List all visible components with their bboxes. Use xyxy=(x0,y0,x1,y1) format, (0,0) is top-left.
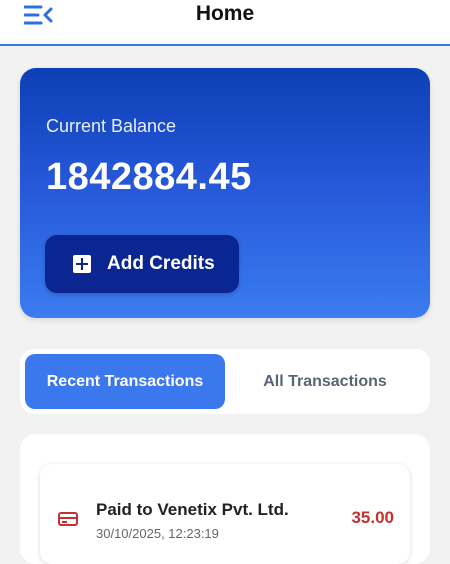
add-credits-button[interactable]: Add Credits xyxy=(45,235,239,293)
top-app-bar: Home xyxy=(0,0,450,46)
balance-label: Current Balance xyxy=(46,116,177,136)
transaction-title: Paid to Venetix Pvt. Ltd. xyxy=(96,500,289,519)
page-title: Home xyxy=(195,2,255,25)
transactions-panel: Paid to Venetix Pvt. Ltd. 30/10/2025, 12… xyxy=(20,434,430,564)
plus-square-icon xyxy=(73,255,91,273)
payment-card-icon xyxy=(58,512,78,526)
transaction-datetime: 30/10/2025, 12:23:19 xyxy=(96,526,219,541)
balance-card: Current Balance 1842884.45 Add Credits xyxy=(20,68,430,318)
tab-all-transactions[interactable]: All Transactions xyxy=(225,354,425,409)
tab-recent-transactions[interactable]: Recent Transactions xyxy=(25,354,225,409)
transaction-row[interactable]: Paid to Venetix Pvt. Ltd. 30/10/2025, 12… xyxy=(40,464,410,564)
balance-value: 1842884.45 xyxy=(46,156,252,198)
add-credits-label: Add Credits xyxy=(107,253,215,274)
transaction-tabs: Recent Transactions All Transactions xyxy=(20,349,430,414)
transaction-amount: 35.00 xyxy=(351,508,394,527)
